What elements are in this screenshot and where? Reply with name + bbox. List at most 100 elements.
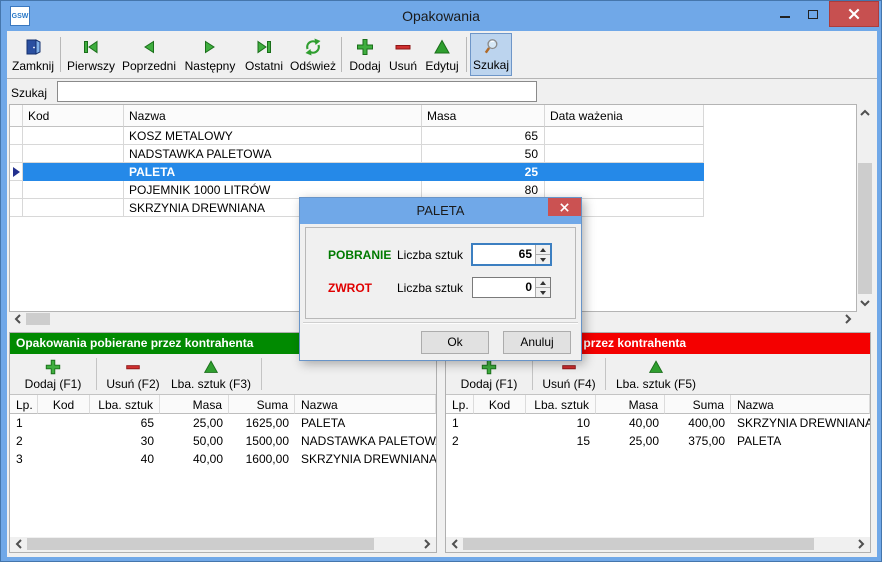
- cell-kod[interactable]: [474, 414, 526, 432]
- usun-f2-button[interactable]: Usuń (F2): [101, 354, 165, 394]
- dodaj-f1-button[interactable]: Dodaj (F1): [14, 354, 92, 394]
- cell-masa[interactable]: 50: [422, 145, 545, 163]
- cell-nazwa[interactable]: NADSTAWKA PALETOWA: [295, 432, 436, 450]
- cell-kod[interactable]: [23, 145, 124, 163]
- scroll-down-icon[interactable]: [857, 296, 873, 310]
- cancel-button[interactable]: Anuluj: [503, 331, 571, 354]
- cell-nazwa[interactable]: KOSZ METALOWY: [124, 127, 422, 145]
- lba-sztuk-f5-button[interactable]: Lba. sztuk (F5): [610, 354, 702, 394]
- ostatni-button[interactable]: Ostatni: [240, 33, 288, 76]
- cell-data-wazenia[interactable]: [545, 127, 704, 145]
- zwrot-quantity-stepper[interactable]: 0: [472, 277, 551, 298]
- button-label: Poprzedni: [122, 59, 176, 73]
- dodaj-button[interactable]: Dodaj: [345, 33, 385, 76]
- cell-suma[interactable]: 375,00: [665, 432, 731, 450]
- cell-nazwa[interactable]: SKRZYNIA DREWNIANA: [295, 450, 436, 468]
- ok-button[interactable]: Ok: [421, 331, 489, 354]
- cell-lba-sztuk[interactable]: 10: [526, 414, 596, 432]
- cell-data-wazenia[interactable]: [545, 163, 704, 181]
- cell-nazwa[interactable]: PALETA: [295, 414, 436, 432]
- cell-lp[interactable]: 1: [10, 414, 38, 432]
- scroll-right-icon[interactable]: [853, 537, 869, 551]
- pobranie-quantity-stepper[interactable]: 65: [472, 244, 551, 265]
- minimize-button[interactable]: [771, 1, 799, 27]
- szukaj-button[interactable]: Szukaj: [470, 33, 512, 76]
- search-input[interactable]: [57, 81, 537, 102]
- cell-kod[interactable]: [23, 127, 124, 145]
- col-lba-sztuk: Lba. sztuk: [90, 395, 160, 414]
- lba-sztuk-f3-button[interactable]: Lba. sztuk (F3): [165, 354, 257, 394]
- scroll-left-icon[interactable]: [447, 537, 463, 551]
- poprzedni-button[interactable]: Poprzedni: [118, 33, 180, 76]
- cell-masa[interactable]: 25: [422, 163, 545, 181]
- cell-lp[interactable]: 1: [446, 414, 474, 432]
- cell-lp[interactable]: 2: [10, 432, 38, 450]
- spin-up-button[interactable]: [536, 278, 550, 288]
- cell-nazwa[interactable]: PALETA: [124, 163, 422, 181]
- scroll-up-icon[interactable]: [857, 106, 873, 120]
- spin-up-button[interactable]: [536, 245, 550, 255]
- cell-data-wazenia[interactable]: [545, 145, 704, 163]
- scrollbar-thumb[interactable]: [27, 538, 374, 550]
- quantity-value[interactable]: 0: [473, 278, 535, 297]
- row-selector: [10, 145, 23, 163]
- cell-lba-sztuk[interactable]: 40: [90, 450, 160, 468]
- zamknij-button[interactable]: Zamknij: [9, 33, 57, 76]
- button-label: Dodaj: [349, 59, 380, 73]
- close-button[interactable]: [829, 1, 879, 27]
- cell-lp[interactable]: 3: [10, 450, 38, 468]
- button-label: Szukaj: [473, 58, 509, 72]
- cell-suma[interactable]: 400,00: [665, 414, 731, 432]
- cell-lba-sztuk[interactable]: 15: [526, 432, 596, 450]
- cell-kod[interactable]: [38, 450, 90, 468]
- remove-icon: [124, 358, 142, 376]
- button-label: Następny: [185, 59, 236, 73]
- spin-down-button[interactable]: [536, 255, 550, 264]
- cell-suma[interactable]: 1625,00: [229, 414, 295, 432]
- returned-packages-panel: Opakowania zwracane przez kontrahenta Do…: [445, 332, 871, 553]
- cell-kod[interactable]: [38, 414, 90, 432]
- odswiez-button[interactable]: Odśwież: [288, 33, 338, 76]
- cell-lba-sztuk[interactable]: 65: [90, 414, 160, 432]
- cell-kod[interactable]: [38, 432, 90, 450]
- toolbar-separator: [532, 358, 533, 390]
- cell-kod[interactable]: [474, 432, 526, 450]
- cell-kod[interactable]: [23, 199, 124, 217]
- usun-button[interactable]: Usuń: [385, 33, 421, 76]
- cell-nazwa[interactable]: SKRZYNIA DREWNIANA: [731, 414, 870, 432]
- scroll-right-icon[interactable]: [840, 312, 856, 326]
- scroll-left-icon[interactable]: [10, 312, 26, 326]
- close-icon: [847, 7, 861, 21]
- cell-lba-sztuk[interactable]: 30: [90, 432, 160, 450]
- cell-masa[interactable]: 40,00: [160, 450, 229, 468]
- scroll-left-icon[interactable]: [11, 537, 27, 551]
- cell-masa[interactable]: 25,00: [596, 432, 665, 450]
- paleta-dialog: PALETA POBRANIE Liczba sztuk 65 ZWROT Li…: [299, 197, 582, 361]
- scrollbar-thumb[interactable]: [858, 163, 872, 294]
- dialog-title: PALETA: [300, 198, 581, 224]
- nastepny-button[interactable]: Następny: [180, 33, 240, 76]
- cell-lp[interactable]: 2: [446, 432, 474, 450]
- scrollbar-thumb[interactable]: [26, 313, 50, 325]
- maximize-button[interactable]: [799, 1, 827, 27]
- cell-nazwa[interactable]: PALETA: [731, 432, 870, 450]
- cell-nazwa[interactable]: NADSTAWKA PALETOWA: [124, 145, 422, 163]
- cell-suma[interactable]: 1600,00: [229, 450, 295, 468]
- pierwszy-button[interactable]: Pierwszy: [64, 33, 118, 76]
- quantity-value[interactable]: 65: [473, 245, 535, 264]
- edytuj-button[interactable]: Edytuj: [421, 33, 463, 76]
- cell-masa[interactable]: 25,00: [160, 414, 229, 432]
- cell-masa[interactable]: 65: [422, 127, 545, 145]
- cell-kod[interactable]: [23, 181, 124, 199]
- cell-suma[interactable]: 1500,00: [229, 432, 295, 450]
- scroll-right-icon[interactable]: [419, 537, 435, 551]
- cell-masa[interactable]: 50,00: [160, 432, 229, 450]
- col-data-wazenia: Data ważenia: [545, 105, 704, 127]
- scrollbar-thumb[interactable]: [463, 538, 814, 550]
- dialog-close-button[interactable]: [548, 198, 581, 216]
- cell-masa[interactable]: 40,00: [596, 414, 665, 432]
- col-nazwa: Nazwa: [731, 395, 870, 414]
- spin-down-button[interactable]: [536, 288, 550, 297]
- spin-up-icon: [540, 281, 546, 285]
- cell-kod[interactable]: [23, 163, 124, 181]
